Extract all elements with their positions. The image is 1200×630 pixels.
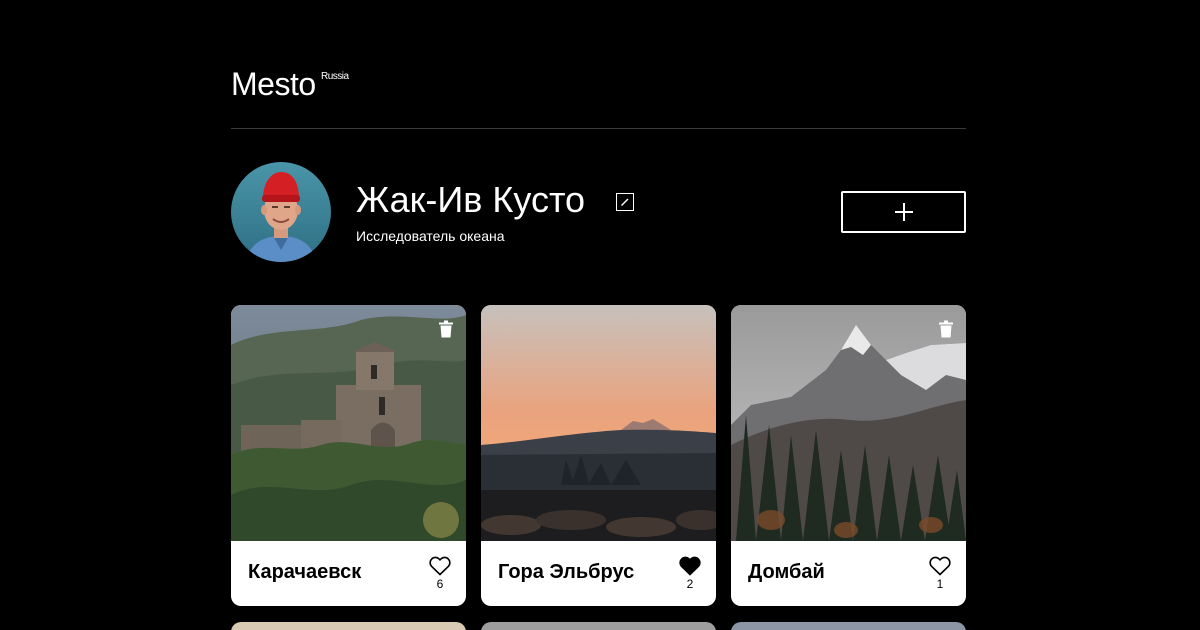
- card-title: Домбай: [748, 561, 825, 583]
- like-count: 1: [936, 577, 944, 591]
- card-image-next-row[interactable]: [731, 622, 966, 630]
- avatar[interactable]: [231, 162, 331, 262]
- heart-outline-icon: [929, 556, 951, 576]
- heart-outline-icon: [429, 556, 451, 576]
- logo-text: Mesto: [231, 66, 316, 102]
- card-image-elbrus[interactable]: [481, 305, 716, 541]
- like-button-active[interactable]: [679, 556, 701, 576]
- delete-card-button[interactable]: [438, 320, 454, 338]
- trash-icon: [939, 320, 953, 338]
- header-divider: [231, 128, 966, 129]
- avatar-photo: [231, 162, 331, 262]
- heart-filled-icon: [679, 556, 701, 576]
- profile-name: Жак-Ив Кусто: [356, 179, 586, 220]
- like-button[interactable]: [929, 556, 951, 576]
- place-card: Карачаевск 6: [231, 305, 466, 606]
- trash-icon: [439, 320, 453, 338]
- header: Mesto Russia: [231, 60, 966, 128]
- logo-superscript: Russia: [321, 71, 349, 82]
- pencil-icon: [621, 198, 629, 206]
- plus-icon: [895, 203, 913, 221]
- card-title: Карачаевск: [248, 561, 362, 583]
- card-title: Гора Эльбрус: [498, 561, 635, 583]
- like-count: 6: [436, 577, 444, 591]
- like-count: 2: [686, 577, 694, 591]
- card-image-next-row[interactable]: [231, 622, 466, 630]
- logo[interactable]: Mesto Russia: [231, 66, 349, 102]
- place-card: Гора Эльбрус 2: [481, 305, 716, 606]
- add-card-button[interactable]: [841, 191, 966, 233]
- card-image-dombai[interactable]: [731, 305, 966, 541]
- page: Mesto Russia Жак-Ив Кусто Исследователь …: [0, 0, 1200, 630]
- delete-card-button[interactable]: [938, 320, 954, 338]
- profile-about: Исследователь океана: [356, 228, 505, 244]
- card-image-next-row[interactable]: [481, 622, 716, 630]
- like-button[interactable]: [429, 556, 451, 576]
- card-image-karachaevsk[interactable]: [231, 305, 466, 541]
- place-card: Домбай 1: [731, 305, 966, 606]
- edit-profile-button[interactable]: [616, 193, 634, 211]
